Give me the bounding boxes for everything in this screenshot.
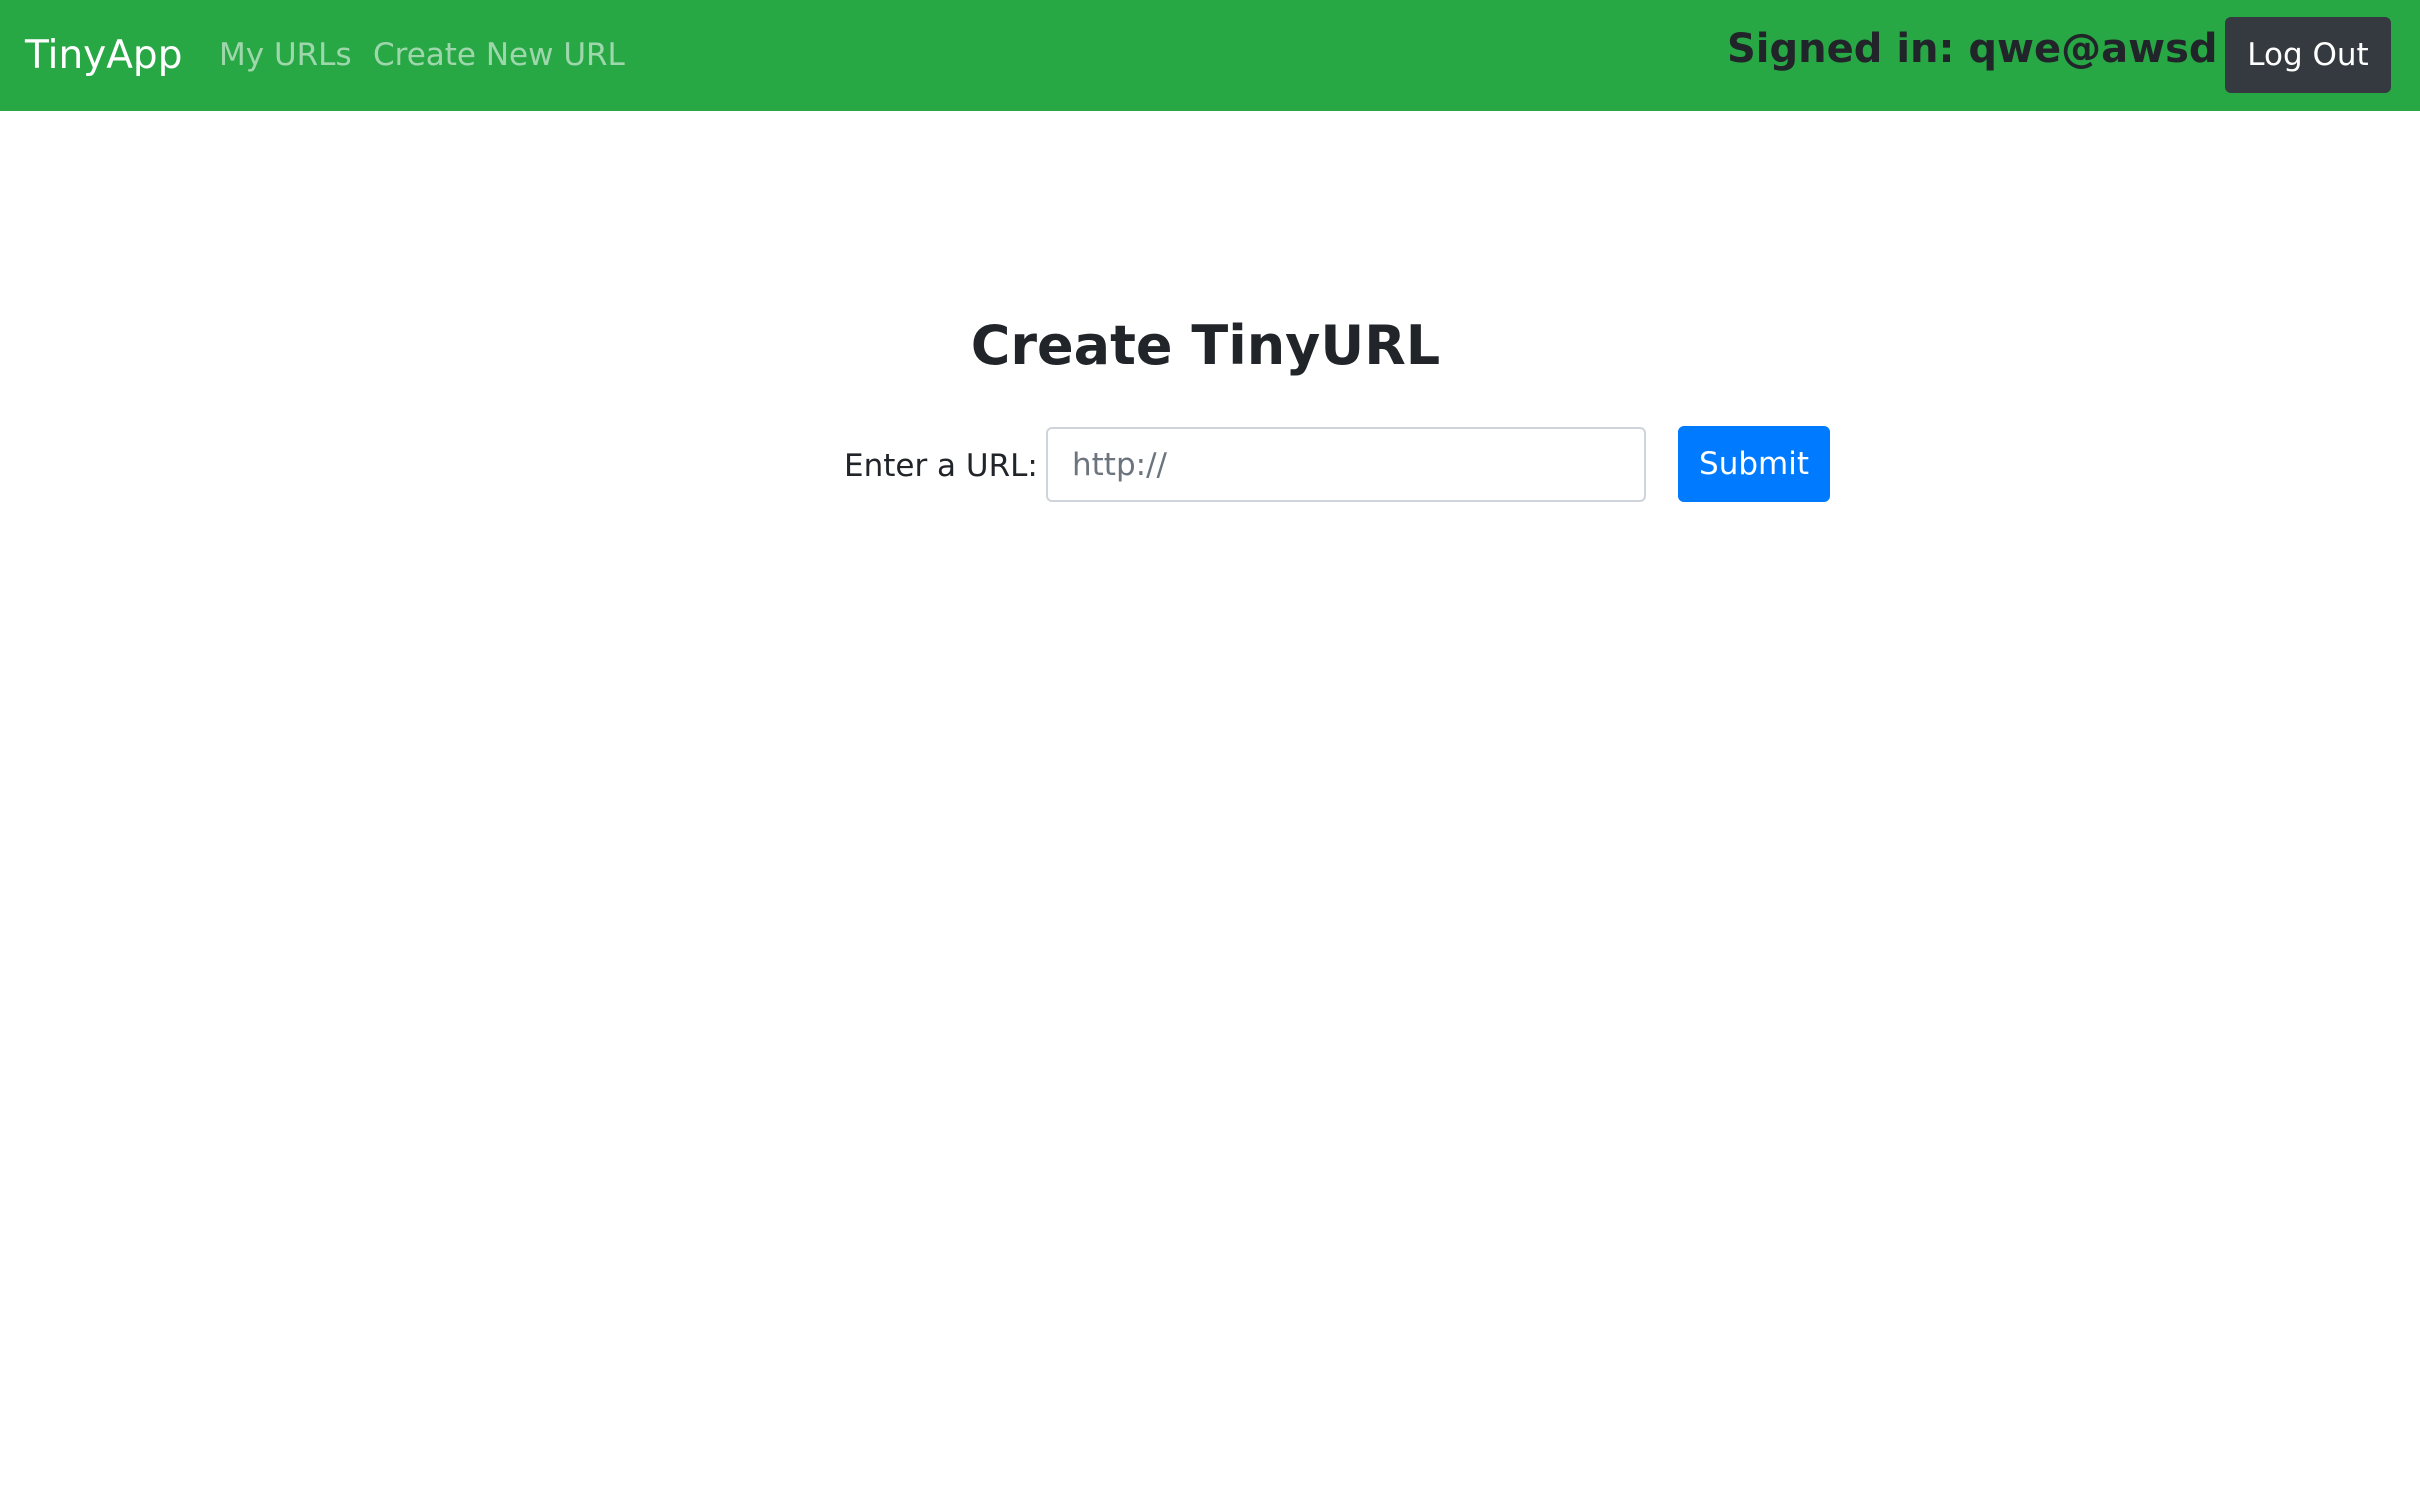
- logout-button[interactable]: Log Out: [2225, 17, 2391, 93]
- top-navbar: TinyApp My URLs Create New URL Signed in…: [0, 0, 2420, 111]
- submit-button[interactable]: Submit: [1678, 426, 1830, 502]
- signed-in-status: Signed in: qwe@awsd: [1727, 26, 2218, 72]
- url-input[interactable]: [1046, 427, 1646, 502]
- nav-link-my-urls[interactable]: My URLs: [219, 33, 352, 78]
- brand-link[interactable]: TinyApp: [25, 28, 182, 83]
- nav-link-create-new-url[interactable]: Create New URL: [373, 33, 625, 78]
- page-title: Create TinyURL: [970, 314, 1441, 377]
- url-label: Enter a URL:: [844, 448, 1038, 484]
